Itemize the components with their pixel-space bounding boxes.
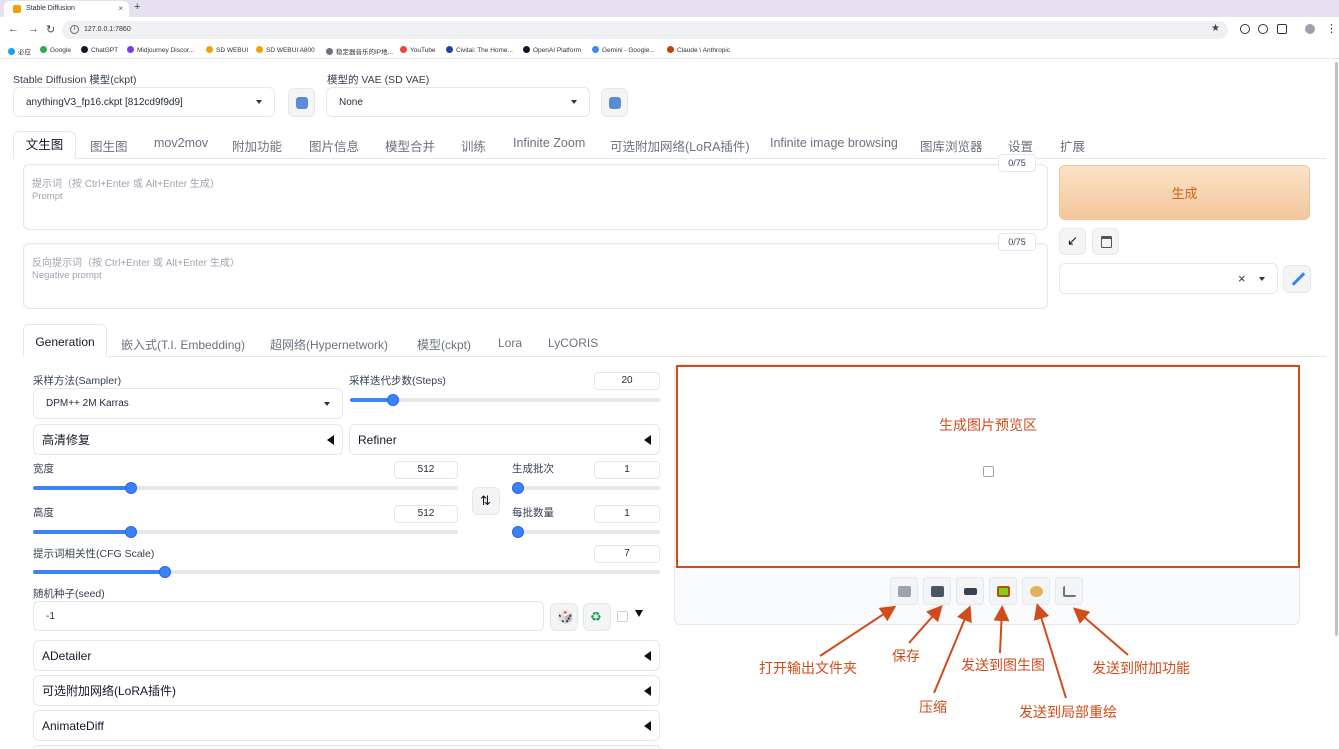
img2img-arrow bbox=[993, 605, 1010, 654]
open-folder-arrow bbox=[819, 605, 897, 657]
annotation-send-inpaint: 发送到局部重绘 bbox=[1019, 704, 1117, 720]
zip-arrow bbox=[933, 605, 972, 694]
annotation-send-img2img: 发送到图生图 bbox=[961, 657, 1045, 673]
annotation-arrows bbox=[819, 603, 1129, 699]
annotation-zip: 压缩 bbox=[919, 699, 947, 715]
inpaint-arrow bbox=[1033, 603, 1067, 699]
save-arrow bbox=[908, 605, 943, 644]
annotation-save: 保存 bbox=[892, 648, 920, 664]
page-scrollbar[interactable] bbox=[1335, 62, 1338, 636]
annotation-open-folder: 打开输出文件夹 bbox=[759, 660, 857, 676]
extras-arrow bbox=[1072, 607, 1129, 656]
annotation-send-extras: 发送到附加功能 bbox=[1092, 660, 1190, 676]
